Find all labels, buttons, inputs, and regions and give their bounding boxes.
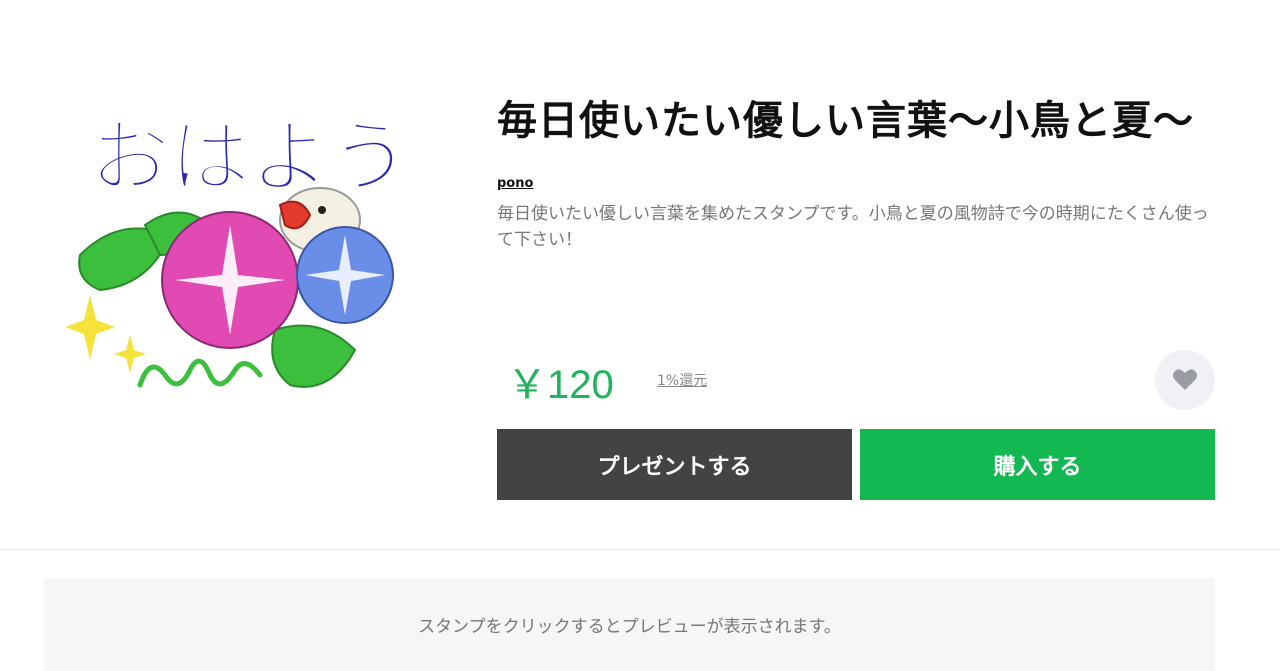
price-row: ￥120 1%還元 bbox=[497, 350, 1217, 410]
morning-glory-bird-sticker: おはよう bbox=[65, 110, 411, 388]
author-link[interactable]: pono bbox=[497, 176, 533, 191]
price: ￥120 bbox=[507, 363, 614, 407]
product-description: 毎日使いたい優しい言葉を集めたスタンプです。小鳥と夏の風物詩で今の時期にたくさん… bbox=[497, 204, 1209, 250]
sticker-text: おはよう bbox=[90, 111, 410, 204]
cashback-link[interactable]: 1%還元 bbox=[657, 370, 707, 390]
product-title: 毎日使いたい優しい言葉〜小鳥と夏〜 bbox=[497, 98, 1194, 144]
preview-area: スタンプをクリックするとプレビューが表示されます。 bbox=[44, 578, 1215, 671]
sticker-image[interactable]: おはよう bbox=[60, 85, 430, 415]
heart-icon bbox=[1173, 369, 1197, 390]
purchase-buttons: プレゼントする 購入する bbox=[497, 429, 1215, 500]
section-divider bbox=[0, 549, 1280, 550]
buy-button[interactable]: 購入する bbox=[860, 429, 1215, 500]
favorite-button[interactable] bbox=[1155, 350, 1215, 410]
gift-button[interactable]: プレゼントする bbox=[497, 429, 852, 500]
preview-note: スタンプをクリックするとプレビューが表示されます。 bbox=[418, 617, 841, 637]
product-info: 毎日使いたい優しい言葉〜小鳥と夏〜 pono 毎日使いたい優しい言葉を集めたスタ… bbox=[497, 92, 1217, 253]
